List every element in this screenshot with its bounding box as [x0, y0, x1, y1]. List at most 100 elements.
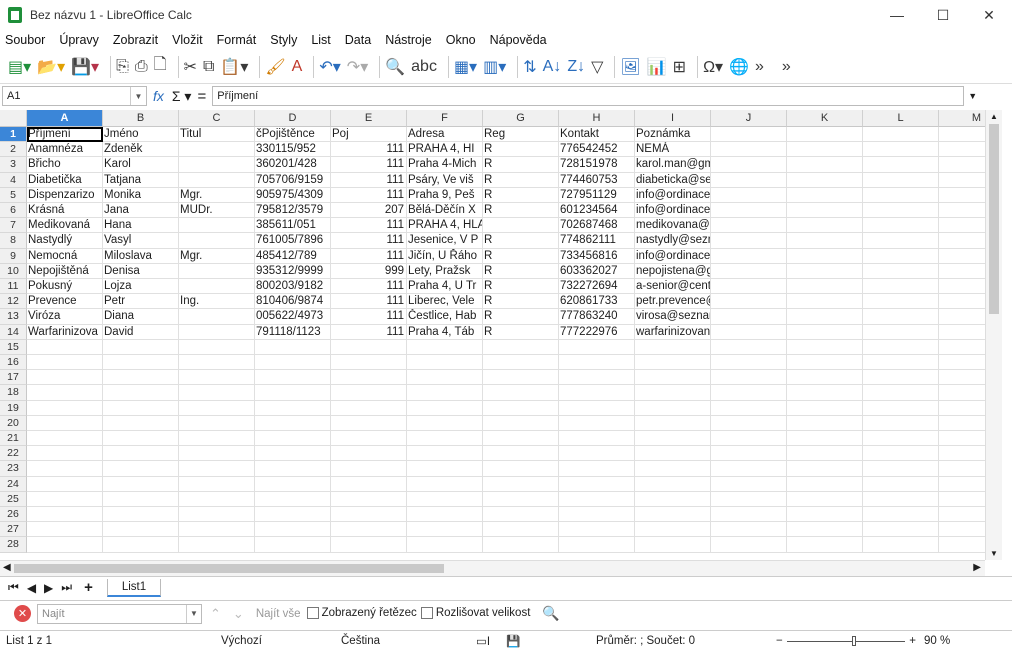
- cell[interactable]: [635, 355, 711, 371]
- cell[interactable]: [787, 324, 863, 340]
- cell[interactable]: [863, 446, 939, 462]
- cell[interactable]: Praha 9, Peš: [407, 187, 483, 203]
- new-document-icon[interactable]: ▤▾: [8, 55, 31, 79]
- row-header[interactable]: 19: [0, 400, 27, 416]
- export-pdf-icon[interactable]: ⎘: [116, 55, 129, 79]
- cell[interactable]: [559, 491, 635, 507]
- save-icon[interactable]: 💾▾: [71, 55, 99, 79]
- cell[interactable]: [711, 233, 787, 249]
- cell[interactable]: [559, 537, 635, 553]
- cell[interactable]: [863, 370, 939, 386]
- column-header-j[interactable]: J: [711, 110, 787, 127]
- cell[interactable]: 207: [331, 203, 407, 219]
- chevron-down-icon[interactable]: ▼: [186, 604, 201, 623]
- name-box[interactable]: A1 ▼: [2, 86, 147, 106]
- cell[interactable]: [939, 264, 985, 279]
- column-header-c[interactable]: C: [179, 110, 255, 127]
- cell[interactable]: Miloslava: [103, 248, 179, 264]
- cell[interactable]: [939, 401, 985, 416]
- cell[interactable]: [787, 203, 863, 219]
- cell[interactable]: [939, 370, 985, 386]
- row-header[interactable]: 21: [0, 431, 27, 447]
- last-sheet-icon[interactable]: ⏭: [61, 580, 72, 595]
- cell[interactable]: [483, 537, 559, 553]
- formula-input[interactable]: Příjmení: [212, 86, 965, 106]
- row-header[interactable]: 5: [0, 187, 27, 203]
- cell[interactable]: R: [483, 233, 559, 249]
- cell[interactable]: Jičín, U Řáho: [407, 248, 483, 264]
- cell[interactable]: Praha 4, U Tr: [407, 279, 483, 295]
- row-header[interactable]: 4: [0, 172, 27, 188]
- cell[interactable]: [711, 537, 787, 553]
- cell[interactable]: [939, 416, 985, 431]
- cell[interactable]: [939, 446, 985, 462]
- maximize-button[interactable]: ☐: [920, 0, 966, 30]
- cell[interactable]: NEMÁ: [635, 142, 711, 158]
- cell[interactable]: [331, 431, 407, 447]
- cell[interactable]: [27, 476, 103, 492]
- menu-soubor[interactable]: Soubor: [5, 33, 45, 47]
- copy-icon[interactable]: ⧉: [203, 55, 214, 79]
- cell[interactable]: [711, 248, 787, 264]
- cell[interactable]: [863, 203, 939, 219]
- row-header[interactable]: 16: [0, 355, 27, 371]
- spelling-icon[interactable]: abc: [411, 55, 437, 79]
- cell[interactable]: 905975/4309: [255, 187, 331, 203]
- active-cell[interactable]: Příjmení: [27, 127, 103, 143]
- cell[interactable]: [179, 370, 255, 386]
- row-icon[interactable]: ▦▾: [454, 55, 477, 79]
- cell[interactable]: [711, 385, 787, 401]
- cell[interactable]: [179, 263, 255, 279]
- zoom-slider-thumb[interactable]: [851, 635, 856, 646]
- row-header[interactable]: 3: [0, 157, 27, 173]
- cell[interactable]: [559, 461, 635, 477]
- cell[interactable]: [255, 461, 331, 477]
- cell[interactable]: 800203/9182: [255, 279, 331, 295]
- cell[interactable]: [27, 370, 103, 386]
- zoom-slider[interactable]: − +: [776, 635, 916, 647]
- cell[interactable]: info@ordinacepraha.cz: [635, 187, 711, 203]
- cell[interactable]: [635, 415, 711, 431]
- cell[interactable]: [27, 537, 103, 553]
- cell[interactable]: 774862111: [559, 233, 635, 249]
- row-header[interactable]: 22: [0, 446, 27, 462]
- cell[interactable]: Nemocná: [27, 248, 103, 264]
- cell[interactable]: R: [483, 294, 559, 310]
- cell[interactable]: [939, 218, 985, 234]
- cell[interactable]: [331, 339, 407, 355]
- cell[interactable]: Krásná: [27, 203, 103, 219]
- cell[interactable]: R: [483, 248, 559, 264]
- sheet-tab-list1[interactable]: List1: [106, 578, 162, 597]
- cell[interactable]: [711, 203, 787, 219]
- cell[interactable]: [331, 355, 407, 371]
- cell[interactable]: [255, 537, 331, 553]
- cell[interactable]: Vasyl: [103, 233, 179, 249]
- print-icon[interactable]: ⎙: [135, 55, 148, 79]
- cell[interactable]: [787, 476, 863, 492]
- expand-formula-icon[interactable]: ▼: [968, 91, 977, 101]
- cell[interactable]: [103, 355, 179, 371]
- cell[interactable]: Praha 4, Táb: [407, 324, 483, 340]
- cell[interactable]: [711, 400, 787, 416]
- cell[interactable]: Petr: [103, 294, 179, 310]
- menu-napoveda[interactable]: Nápověda: [490, 33, 547, 47]
- cell[interactable]: Ing.: [179, 294, 255, 310]
- cell[interactable]: Karol: [103, 157, 179, 173]
- cell[interactable]: [255, 476, 331, 492]
- cell[interactable]: [939, 203, 985, 219]
- cell[interactable]: [407, 476, 483, 492]
- cell[interactable]: [331, 476, 407, 492]
- cell[interactable]: [179, 476, 255, 492]
- cell[interactable]: [711, 415, 787, 431]
- cell[interactable]: [711, 461, 787, 477]
- cell[interactable]: [863, 491, 939, 507]
- row-header[interactable]: 26: [0, 507, 27, 523]
- language[interactable]: Čeština: [341, 635, 476, 647]
- cell[interactable]: [179, 415, 255, 431]
- cell[interactable]: [255, 385, 331, 401]
- cell[interactable]: MUDr.: [179, 203, 255, 219]
- horizontal-scrollbar[interactable]: ◀ ▶: [0, 560, 985, 576]
- cell[interactable]: a-senior@centrum.cz: [635, 279, 711, 295]
- cell[interactable]: Kontakt: [559, 127, 635, 143]
- cell[interactable]: R: [483, 157, 559, 173]
